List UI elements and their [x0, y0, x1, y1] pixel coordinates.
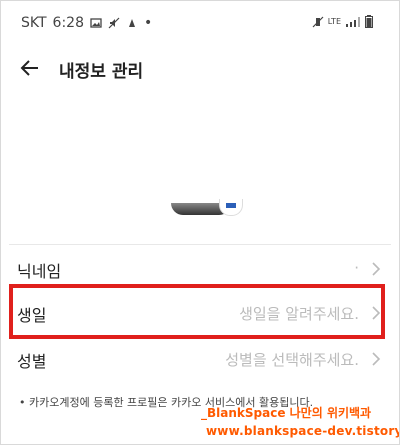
highlight-box	[9, 284, 385, 339]
app-header: 내정보 관리	[1, 49, 399, 89]
camera-badge[interactable]	[219, 199, 243, 216]
app-frame: SKT 6:28 • LTE 내정보 관리 닉네임 · 생일 생일을 알려주세요…	[0, 0, 400, 445]
gender-label: 성별	[17, 352, 47, 371]
divider	[9, 244, 391, 245]
back-button[interactable]	[17, 55, 43, 81]
vibrate-mute-icon	[312, 16, 324, 27]
app-notification-icon	[129, 19, 135, 27]
chevron-right-icon	[372, 352, 381, 366]
status-left: SKT 6:28 •	[21, 15, 152, 31]
status-right: LTE	[312, 15, 373, 28]
arrow-left-icon	[20, 60, 38, 76]
gender-value: 성별을 선택해주세요.	[225, 351, 359, 369]
gallery-icon	[90, 18, 102, 28]
nickname-label: 닉네임	[17, 262, 62, 281]
watermark-title: _BlankSpace 나만의 위키백과	[201, 406, 372, 420]
network-label: LTE	[327, 17, 341, 26]
battery-icon	[365, 15, 373, 28]
camera-icon	[226, 203, 236, 208]
dot-icon: •	[144, 15, 153, 31]
page-title: 내정보 관리	[59, 62, 144, 82]
status-bar: SKT 6:28 • LTE	[1, 1, 399, 45]
profile-section	[1, 101, 399, 231]
carrier-label: SKT	[21, 15, 47, 31]
gender-row[interactable]: 성별 성별을 선택해주세요.	[9, 337, 391, 381]
mute-icon	[108, 17, 120, 29]
signal-icon	[346, 16, 360, 27]
time-label: 6:28	[52, 15, 84, 31]
watermark-url: www.blankspace-dev.tistory.com	[206, 424, 400, 438]
nickname-value: ·	[354, 259, 359, 277]
chevron-right-icon	[372, 262, 381, 276]
